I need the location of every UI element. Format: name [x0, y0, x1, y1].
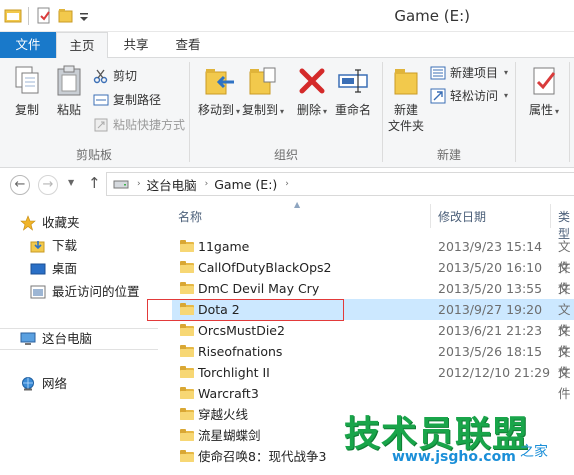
- paste-button[interactable]: 粘贴: [50, 64, 88, 118]
- window-title: Game (E:): [394, 7, 470, 25]
- ribbon-separator: [515, 62, 516, 162]
- file-row[interactable]: 11game 2013/9/23 15:14 文件: [172, 236, 574, 275]
- nav-this-pc[interactable]: 这台电脑: [0, 328, 158, 350]
- chevron-right-icon[interactable]: ›: [137, 179, 141, 189]
- address-bar[interactable]: › 这台电脑 › Game (E:) ›: [106, 172, 574, 196]
- back-arrow-icon: ←: [14, 177, 26, 192]
- new-item-icon: [430, 65, 446, 81]
- file-row[interactable]: Warcraft3: [172, 383, 574, 404]
- copy-icon: [10, 64, 44, 98]
- sort-ascending-icon: ▲: [294, 200, 301, 209]
- column-header-date[interactable]: 修改日期: [438, 208, 486, 225]
- delete-x-icon: [295, 64, 329, 98]
- folder-icon: [180, 366, 194, 378]
- folder-icon: [180, 429, 194, 441]
- new-folder-button[interactable]: 新建 文件夹: [386, 64, 426, 134]
- back-button[interactable]: ←: [10, 175, 30, 195]
- cut-button[interactable]: 剪切: [93, 66, 137, 86]
- folder-icon: [180, 324, 194, 336]
- downloads-folder-icon: [30, 238, 46, 254]
- copy-path-icon: [93, 92, 109, 108]
- recent-places-icon: [30, 284, 46, 300]
- organize-group-label: 组织: [273, 148, 298, 162]
- copy-to-icon: [246, 64, 280, 98]
- chevron-right-icon[interactable]: ›: [285, 179, 289, 189]
- nav-item-recent[interactable]: 最近访问的位置: [30, 282, 140, 302]
- folder-icon: [180, 345, 194, 357]
- computer-icon: [20, 331, 36, 347]
- properties-button[interactable]: 属性 ▾: [524, 64, 564, 120]
- scissors-icon: [93, 68, 109, 84]
- ribbon-separator: [569, 62, 570, 162]
- recent-locations-dropdown-icon[interactable]: ▼: [68, 178, 74, 187]
- desktop-icon: [30, 261, 46, 277]
- breadcrumb-current-drive[interactable]: Game (E:): [214, 177, 277, 192]
- nav-item-downloads[interactable]: 下载: [30, 236, 77, 256]
- file-row[interactable]: DmC Devil May Cry 2013/5/20 13:55 文件: [172, 278, 574, 317]
- easy-access-button[interactable]: 轻松访问 ▾: [430, 86, 508, 106]
- folder-icon: [180, 387, 194, 399]
- navigation-bar: ← → ▼ ↑ › 这台电脑 › Game (E:) ›: [0, 168, 574, 200]
- nav-network[interactable]: 网络: [20, 374, 67, 394]
- nav-favorites[interactable]: 收藏夹: [20, 213, 80, 233]
- watermark-url: www.jsgho.com: [392, 449, 516, 465]
- clipboard-group-label: 剪贴板: [75, 148, 112, 162]
- easy-access-icon: [430, 88, 446, 104]
- forward-button[interactable]: →: [38, 175, 58, 195]
- paste-icon: [52, 64, 86, 98]
- copy-path-button[interactable]: 复制路径: [93, 90, 161, 110]
- column-header-name[interactable]: 名称: [178, 208, 202, 225]
- move-to-icon: [202, 64, 236, 98]
- annotation-highlight-box: [147, 299, 344, 321]
- copy-to-button[interactable]: 复制到 ▾: [240, 64, 286, 120]
- navigation-pane: 收藏夹 下载 桌面 最近访问的位置 这台电脑 网络: [0, 200, 158, 475]
- folder-icon: [180, 240, 194, 252]
- paste-shortcut-button[interactable]: 粘贴快捷方式: [93, 115, 185, 135]
- file-row[interactable]: Riseofnations 2013/5/26 18:15 文件: [172, 341, 574, 380]
- star-icon: [20, 215, 36, 231]
- file-row[interactable]: CallOfDutyBlackOps2 2013/5/20 16:10 文件: [172, 257, 574, 296]
- forward-arrow-icon: →: [42, 177, 54, 192]
- ribbon-home: 复制 粘贴 剪切 复制路径 粘贴快捷方式 剪贴板 移动到 ▾ 复制到 ▾ 删除 …: [0, 58, 574, 168]
- watermark: 技术员联盟 www.jsgho.com 之家: [344, 405, 572, 473]
- properties-icon: [527, 64, 561, 98]
- chevron-right-icon[interactable]: ›: [205, 179, 209, 189]
- tab-home[interactable]: 主页: [56, 32, 108, 59]
- folder-icon: [180, 408, 194, 420]
- new-group-label: 新建: [436, 148, 461, 162]
- copy-button[interactable]: 复制: [8, 64, 46, 118]
- file-row[interactable]: Torchlight II 2012/12/10 21:29 文件: [172, 362, 574, 401]
- ribbon-tabs: 文件 主页 共享 查看: [0, 32, 574, 59]
- file-row[interactable]: OrcsMustDie2 2013/6/21 21:23 文件: [172, 320, 574, 359]
- nav-item-desktop[interactable]: 桌面: [30, 259, 77, 279]
- folder-icon: [180, 450, 194, 462]
- folder-icon: [180, 282, 194, 294]
- paste-shortcut-icon: [93, 117, 109, 133]
- title-bar: Game (E:): [0, 0, 574, 32]
- rename-icon: [336, 64, 370, 98]
- tab-share[interactable]: 共享: [110, 32, 162, 58]
- tab-file[interactable]: 文件: [0, 32, 56, 58]
- column-separator[interactable]: [550, 204, 551, 228]
- folder-icon: [180, 261, 194, 273]
- breadcrumb-this-pc[interactable]: 这台电脑: [147, 175, 197, 194]
- move-to-button[interactable]: 移动到 ▾: [196, 64, 242, 120]
- watermark-tag: 之家: [520, 444, 548, 460]
- network-icon: [20, 376, 36, 392]
- drive-icon: [113, 178, 129, 190]
- new-item-button[interactable]: 新建项目 ▾: [430, 63, 508, 83]
- column-separator[interactable]: [430, 204, 431, 228]
- new-folder-icon: [389, 64, 423, 98]
- up-arrow-icon[interactable]: ↑: [88, 174, 101, 192]
- tab-view[interactable]: 查看: [162, 32, 214, 58]
- rename-button[interactable]: 重命名: [332, 64, 374, 118]
- delete-button[interactable]: 删除 ▾: [294, 64, 330, 120]
